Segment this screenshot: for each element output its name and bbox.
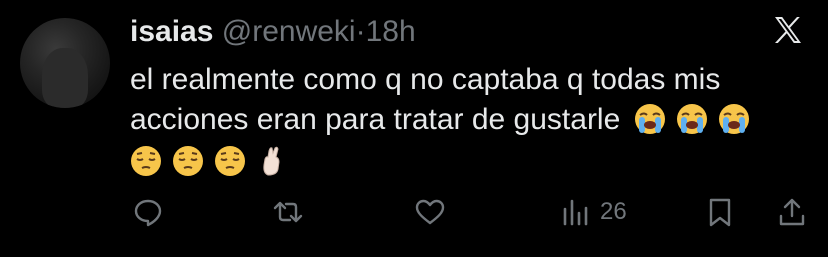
share-icon [779,198,805,226]
bookmark-icon [709,198,731,227]
like-icon [415,199,445,225]
avatar[interactable] [20,18,110,108]
loudly-crying-face-icon [634,103,666,135]
x-logo-icon[interactable] [772,14,804,46]
tweet-header: isaias @renweki·18h [130,14,416,50]
tweet-actions: 26 [132,192,812,232]
tweet-text: el realmente como q no captaba q todas m… [130,60,810,182]
tweet-text-line-with-emoji: acciones eran para tratar de gustarle [130,100,810,140]
author-handle[interactable]: @renweki [222,15,356,48]
retweet-button[interactable] [272,192,304,232]
views-icon [563,199,588,226]
like-button[interactable] [414,192,446,232]
views-count: 26 [600,198,627,225]
reply-icon [134,199,162,227]
pensive-face-icon [214,145,246,177]
loudly-crying-face-icon [718,103,750,135]
emoji-row [130,142,810,182]
share-button[interactable] [776,192,808,232]
loudly-crying-face-icon [676,103,708,135]
author-name[interactable]: isaias [130,15,213,48]
reply-button[interactable] [132,192,164,232]
pensive-face-icon [130,145,162,177]
crossed-fingers-icon [256,145,288,177]
tweet-text-line: acciones eran para tratar de gustarle [130,103,621,136]
retweet-icon [273,201,303,223]
tweet-text-line: el realmente como q no captaba q todas m… [130,63,721,96]
views-button[interactable]: 26 [560,192,627,232]
timestamp[interactable]: 18h [366,15,416,48]
separator: · [355,15,366,48]
pensive-face-icon [172,145,204,177]
bookmark-button[interactable] [704,192,736,232]
